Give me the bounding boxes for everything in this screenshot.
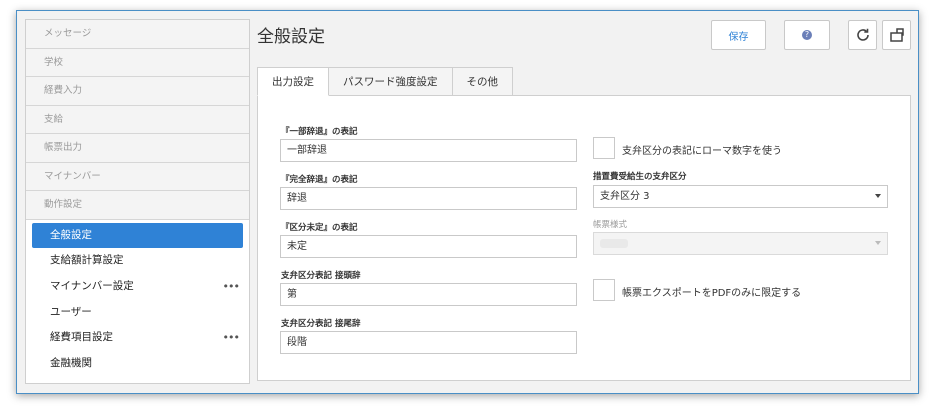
more-options-icon[interactable]: ••• xyxy=(223,274,240,299)
sidebar-item-label: 金融機関 xyxy=(50,356,92,369)
app-window: メッセージ 学校 経費入力 支給 帳票出力 マイナンバー 動作設定 全般設定 支… xyxy=(16,10,919,394)
measure-recipient-label: 措置費受給生の支弁区分 xyxy=(593,172,687,182)
refresh-button[interactable] xyxy=(848,20,877,50)
report-format-label: 帳票様式 xyxy=(593,220,628,230)
tab-other[interactable]: その他 xyxy=(452,67,513,96)
prefix-label: 支弁区分表記 接頭辞 xyxy=(281,271,361,281)
sidebar-item-payment-calc-settings[interactable]: 支給額計算設定 xyxy=(32,248,243,274)
pdf-only-checkbox[interactable] xyxy=(593,279,615,301)
report-format-value xyxy=(600,239,628,248)
sidebar-item-general-settings[interactable]: 全般設定 xyxy=(32,222,243,249)
sidebar-group-my-number[interactable]: マイナンバー xyxy=(26,162,249,191)
sidebar-item-expense-item-settings[interactable]: 経費項目設定 ••• xyxy=(32,325,243,351)
sidebar-item-users[interactable]: ユーザー xyxy=(32,300,243,326)
roman-numeral-checkbox[interactable] xyxy=(593,137,615,159)
full-withdrawal-label: 『完全辞退』の表記 xyxy=(281,175,358,185)
popout-icon xyxy=(889,28,904,42)
partial-withdrawal-input[interactable]: 一部辞退 xyxy=(280,139,577,162)
sidebar-group-report-output[interactable]: 帳票出力 xyxy=(26,134,249,163)
roman-numeral-label: 支弁区分の表記にローマ数字を使う xyxy=(622,146,782,157)
sidebar-group-messages[interactable]: メッセージ xyxy=(26,20,249,49)
sidebar-item-financial-institutions[interactable]: 金融機関 xyxy=(32,351,243,377)
refresh-icon xyxy=(856,28,869,41)
suffix-input[interactable]: 段階 xyxy=(280,331,577,354)
sidebar-item-label: 経費項目設定 xyxy=(50,331,113,344)
chevron-down-icon xyxy=(875,194,881,198)
measure-recipient-value: 支弁区分 3 xyxy=(600,191,650,202)
report-format-select[interactable] xyxy=(593,232,888,255)
sidebar-group-payment[interactable]: 支給 xyxy=(26,105,249,134)
sidebar-item-label: 支給額計算設定 xyxy=(50,254,124,267)
settings-submenu: 全般設定 支給額計算設定 マイナンバー設定 ••• ユーザー 経費項目設定 ••… xyxy=(26,220,249,377)
popout-button[interactable] xyxy=(882,20,911,50)
undecided-input[interactable]: 未定 xyxy=(280,235,577,258)
tab-password-strength[interactable]: パスワード強度設定 xyxy=(329,67,453,96)
chevron-down-icon xyxy=(875,241,881,245)
save-button[interactable]: 保存 xyxy=(711,20,766,50)
sidebar-item-label: ユーザー xyxy=(50,305,92,318)
full-withdrawal-input[interactable]: 辞退 xyxy=(280,187,577,210)
suffix-label: 支弁区分表記 接尾辞 xyxy=(281,319,361,329)
pdf-only-label: 帳票エクスポートをPDFのみに限定する xyxy=(622,288,802,299)
sidebar: メッセージ 学校 経費入力 支給 帳票出力 マイナンバー 動作設定 全般設定 支… xyxy=(25,19,250,384)
tab-output-settings[interactable]: 出力設定 xyxy=(257,67,329,96)
sidebar-group-behavior-settings[interactable]: 動作設定 xyxy=(26,191,249,220)
help-icon: ? xyxy=(802,30,812,40)
measure-recipient-select[interactable]: 支弁区分 3 xyxy=(593,185,888,208)
sidebar-group-expense-input[interactable]: 経費入力 xyxy=(26,77,249,106)
settings-tabs: 出力設定 パスワード強度設定 その他 xyxy=(257,67,513,96)
settings-panel: 『一部辞退』の表記 一部辞退 『完全辞退』の表記 辞退 『区分未定』の表記 未定… xyxy=(257,95,911,381)
prefix-input[interactable]: 第 xyxy=(280,283,577,306)
undecided-label: 『区分未定』の表記 xyxy=(281,223,358,233)
partial-withdrawal-label: 『一部辞退』の表記 xyxy=(281,127,358,137)
sidebar-group-school[interactable]: 学校 xyxy=(26,48,249,77)
sidebar-item-label: マイナンバー設定 xyxy=(50,279,134,292)
sidebar-item-my-number-settings[interactable]: マイナンバー設定 ••• xyxy=(32,274,243,300)
help-button[interactable]: ? xyxy=(784,20,830,50)
page-title: 全般設定 xyxy=(257,27,325,47)
sidebar-item-label: 全般設定 xyxy=(50,228,92,241)
more-options-icon[interactable]: ••• xyxy=(223,325,240,350)
